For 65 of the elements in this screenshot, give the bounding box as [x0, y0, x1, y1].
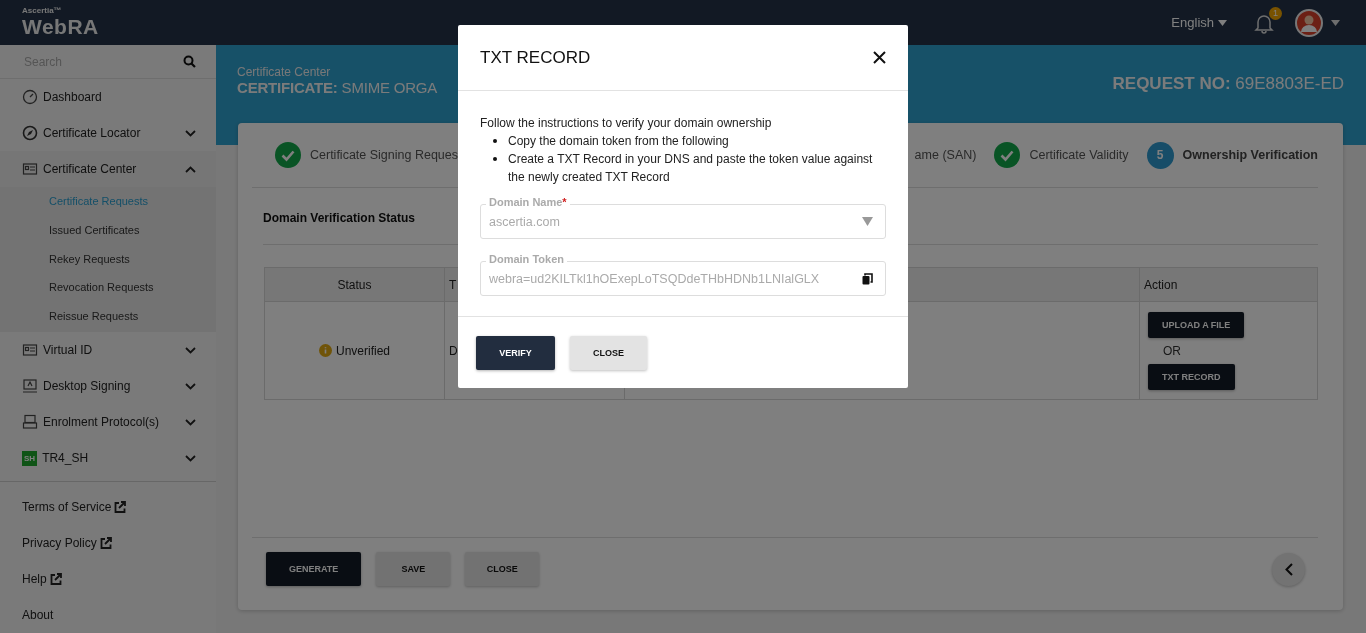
request-number: REQUEST NO: 69E8803E-ED: [1112, 74, 1344, 95]
status-text: Unverified: [336, 343, 390, 358]
field-label: Domain Token: [486, 253, 567, 265]
step-label: Certificate Validity: [1029, 148, 1129, 162]
instruction-text: Follow the instructions to verify your domain ownership: [480, 115, 773, 132]
dropdown-icon: [862, 217, 873, 226]
sidebar-subitem[interactable]: Issued Certificates: [0, 216, 216, 245]
bullet-icon: [493, 139, 497, 143]
close-icon[interactable]: [873, 51, 886, 64]
chevron-left-icon: [1284, 562, 1293, 576]
page-title: CERTIFICATE: SMIME ORGA: [237, 79, 438, 96]
id-card-icon: [22, 342, 38, 359]
footer-link[interactable]: Help: [0, 561, 62, 597]
language-dropdown[interactable]: English: [1165, 14, 1233, 31]
sidebar-item[interactable]: SH TR4_SH: [0, 440, 216, 477]
bullet-icon: [493, 157, 497, 161]
sidebar-item[interactable]: Enrolment Protocol(s): [0, 404, 216, 441]
action-button[interactable]: SAVE: [376, 552, 451, 586]
avatar-icon[interactable]: [1295, 8, 1323, 37]
sidebar-item[interactable]: Virtual ID: [0, 332, 216, 369]
sidebar-item[interactable]: Desktop Signing: [0, 368, 216, 405]
gauge-icon: [22, 89, 38, 106]
instruction-text: Create a TXT Record in your DNS and paste the token value against the newly created TXT Record: [508, 151, 874, 186]
sidebar-item[interactable]: Certificate Locator: [0, 115, 216, 152]
check-circle-icon: [275, 142, 301, 168]
field-label: Domain Name*: [486, 196, 570, 208]
brand-logo: WebRA: [22, 15, 99, 39]
action-button[interactable]: CLOSE: [465, 552, 540, 586]
table-cell: D: [449, 343, 458, 358]
column-header: Action: [1140, 268, 1317, 302]
step-label: ame (SAN): [914, 148, 977, 162]
instruction-text: Copy the domain token from the following: [508, 133, 729, 150]
app-icon: SH: [22, 450, 38, 466]
footer-link[interactable]: Terms of Service: [0, 489, 127, 525]
check-circle-icon: [994, 142, 1021, 168]
caret-icon[interactable]: [1331, 19, 1340, 26]
search-icon: [183, 55, 196, 69]
footer-link[interactable]: About: [0, 597, 54, 633]
compass-icon: [22, 125, 38, 142]
field-value: ascertia.com: [489, 214, 560, 229]
dialog-title: TXT RECORD: [480, 47, 591, 68]
dialog-button[interactable]: CLOSE: [570, 335, 647, 370]
brand-caption: Ascertia™: [22, 6, 63, 15]
upload-button[interactable]: UPLOAD A FILE: [1148, 311, 1245, 338]
sidebar-item[interactable]: Certificate Center: [0, 151, 216, 188]
txt-record-button[interactable]: TXT RECORD: [1148, 363, 1235, 390]
sidebar-subitem[interactable]: Revocation Requests: [0, 273, 216, 302]
sidebar-subitem[interactable]: Reissue Requests: [0, 301, 216, 331]
sidebar-item[interactable]: Dashboard: [0, 79, 216, 116]
caret-icon: [1218, 19, 1227, 26]
notification-badge: 1: [1269, 6, 1282, 20]
separator-text: OR: [1162, 343, 1181, 358]
back-button[interactable]: [1272, 552, 1305, 586]
column-header: Status: [265, 268, 445, 302]
dialog-button[interactable]: VERIFY: [476, 335, 555, 370]
step-label: Ownership Verification: [1182, 148, 1318, 162]
breadcrumb: Certificate Center: [237, 65, 332, 79]
id-card-icon: [22, 161, 38, 178]
footer-link[interactable]: Privacy Policy: [0, 525, 112, 561]
action-button[interactable]: GENERATE: [266, 552, 362, 586]
step-label: Certificate Signing Reques: [310, 148, 458, 162]
sidebar-subitem[interactable]: Rekey Requests: [0, 244, 216, 274]
printer-icon: [22, 414, 38, 431]
monitor-icon: [22, 378, 38, 395]
step-number: 5: [1146, 141, 1174, 169]
